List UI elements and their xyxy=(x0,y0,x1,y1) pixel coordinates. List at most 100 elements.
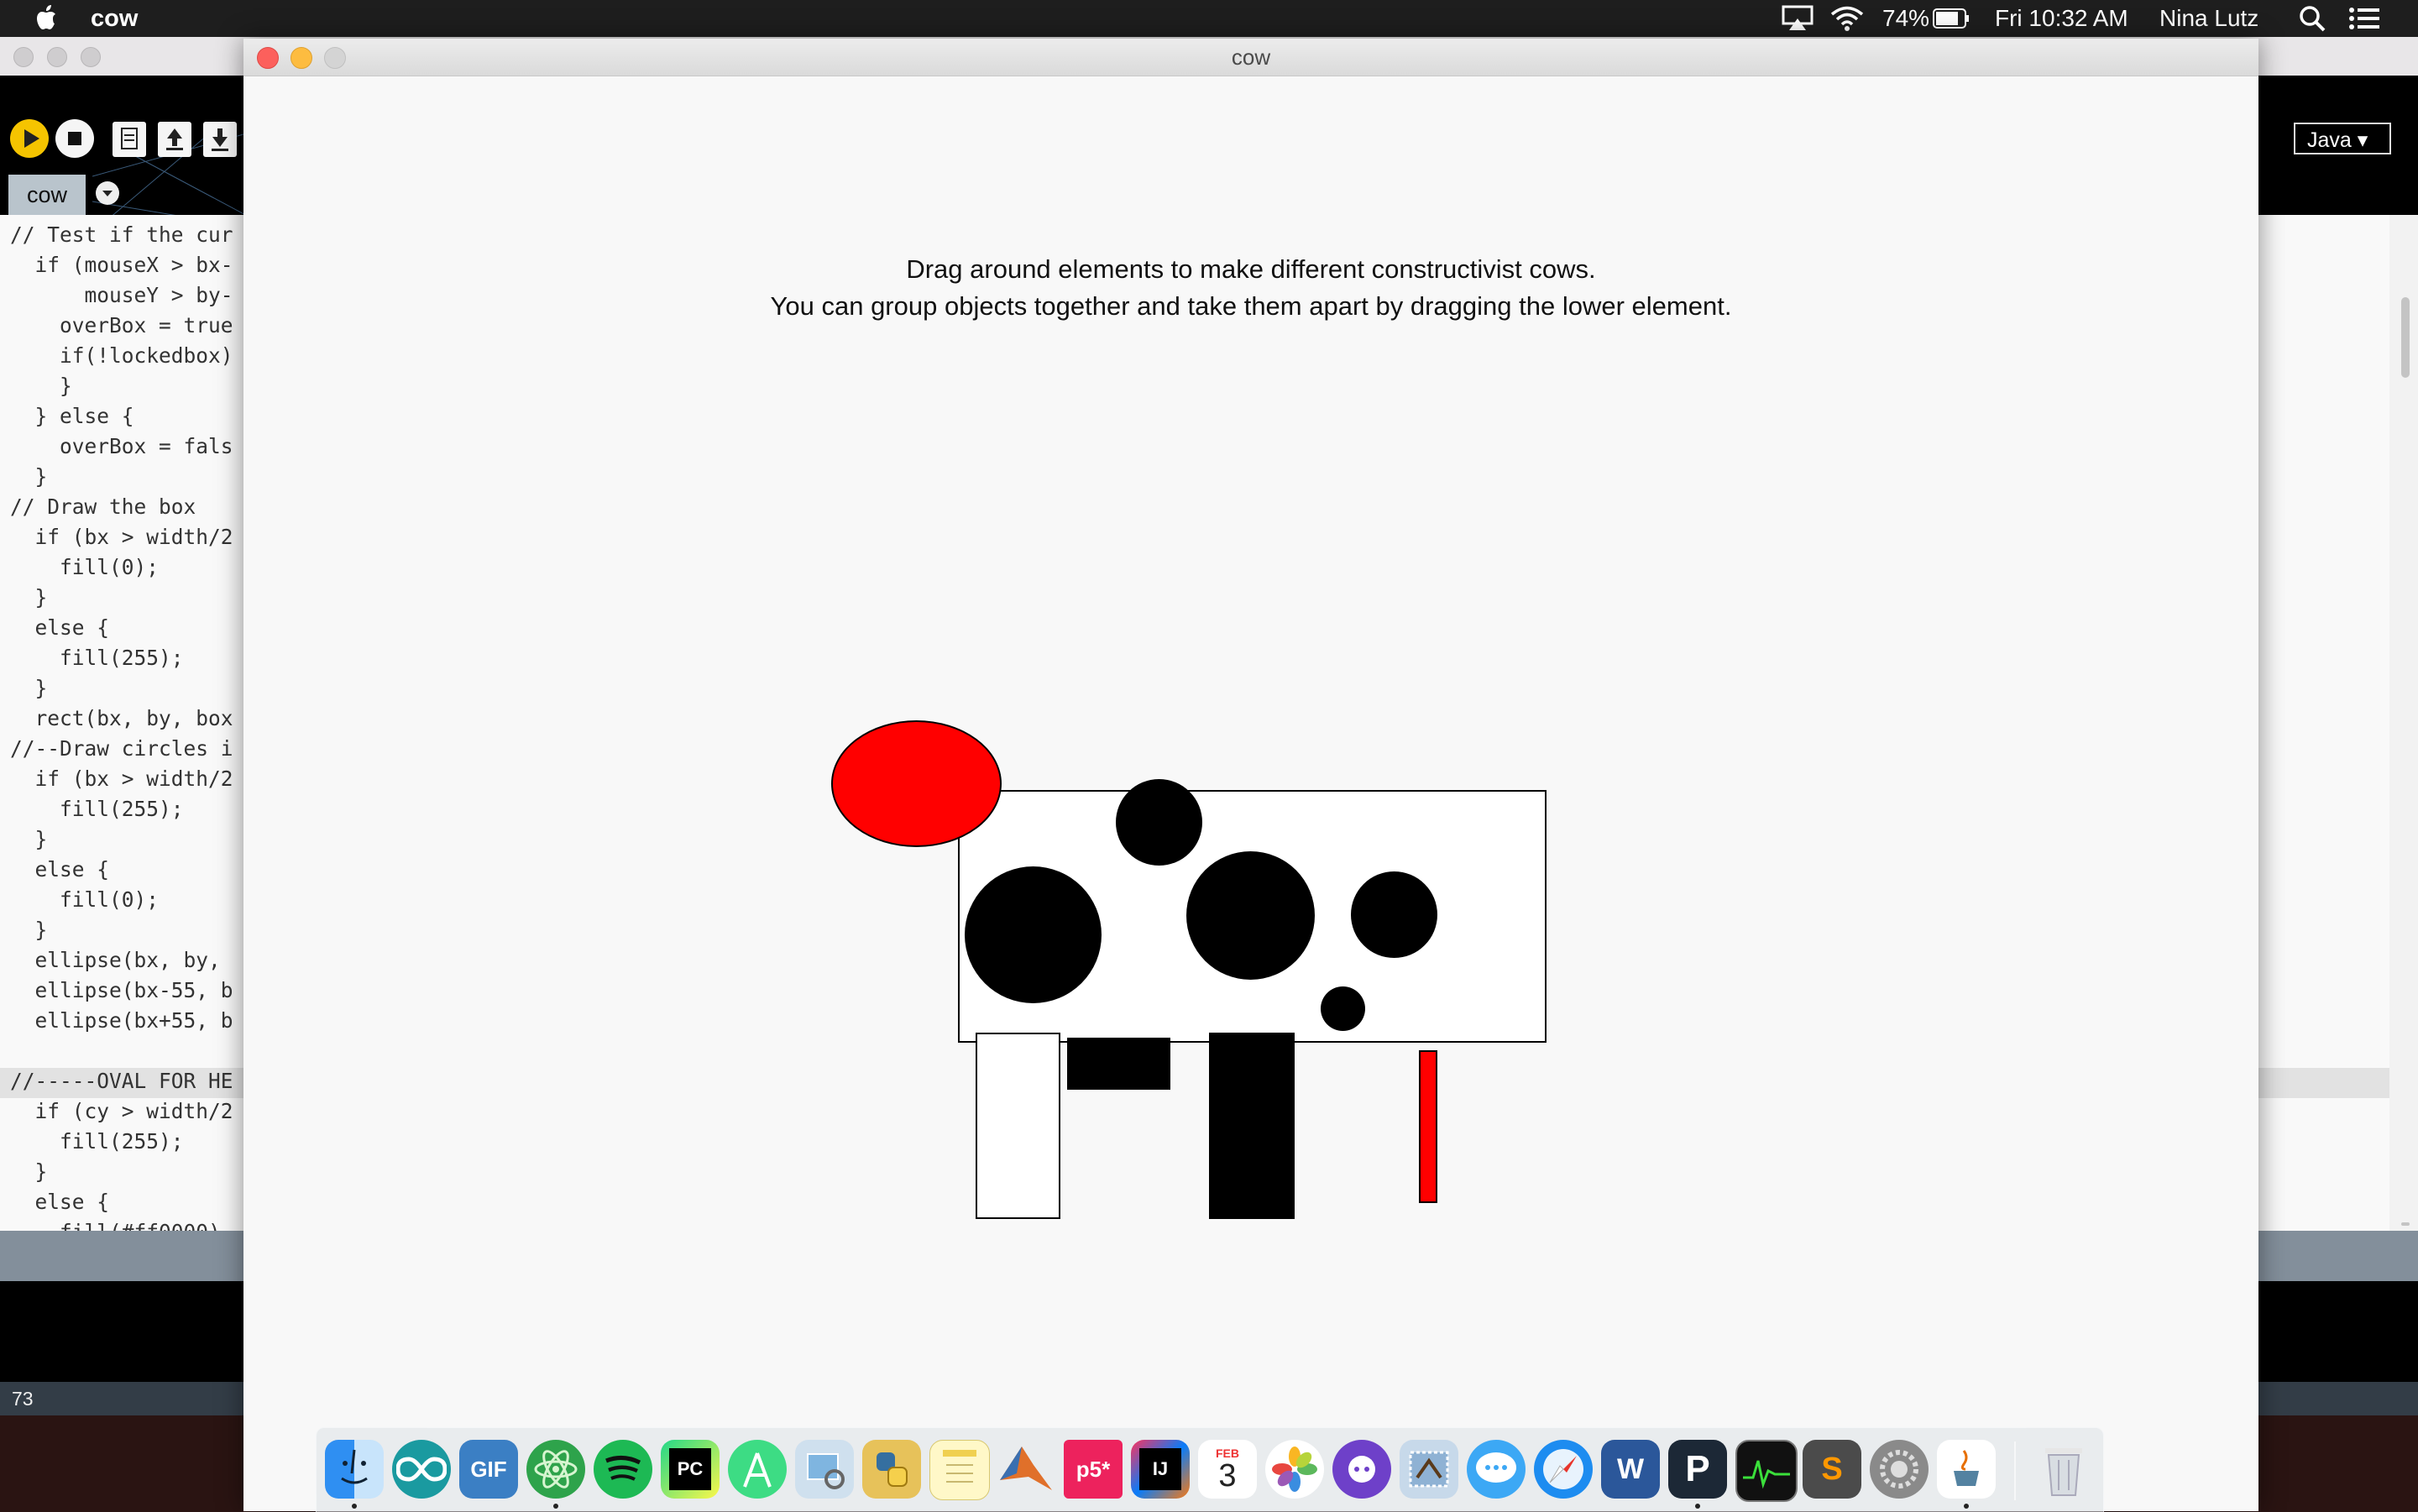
code-line[interactable]: mouseY > by- xyxy=(10,280,254,311)
activity-monitor-icon[interactable] xyxy=(1735,1440,1798,1502)
microsoft-word-icon[interactable]: W xyxy=(1601,1440,1660,1499)
cow-udder-block[interactable] xyxy=(1067,1038,1170,1090)
zoom-button[interactable] xyxy=(324,47,346,69)
gif-brewery-icon[interactable]: GIF xyxy=(459,1440,518,1499)
code-line[interactable]: // Draw the box xyxy=(10,492,254,522)
system-preferences-icon[interactable] xyxy=(1870,1440,1929,1499)
new-sketch-button[interactable] xyxy=(113,122,146,157)
calendar-icon[interactable]: FEB 3 xyxy=(1198,1440,1257,1499)
finder-icon[interactable] xyxy=(325,1440,384,1499)
sketch-title-bar[interactable]: cow xyxy=(243,39,2258,76)
code-line[interactable]: if (bx > width/2 xyxy=(10,764,254,794)
airplay-icon[interactable] xyxy=(1782,5,1814,32)
code-line[interactable]: else { xyxy=(10,1187,254,1217)
android-studio-icon[interactable] xyxy=(728,1440,787,1499)
editor-scrollbar[interactable] xyxy=(2389,215,2418,1231)
battery-percent[interactable]: 74% xyxy=(1882,5,1929,32)
p5-icon[interactable]: p5* xyxy=(1064,1440,1123,1499)
atom-icon[interactable] xyxy=(526,1440,585,1499)
code-line[interactable]: //-----OVAL FOR HE xyxy=(10,1066,254,1096)
code-line[interactable]: } xyxy=(10,673,254,704)
sublime-text-icon[interactable]: S xyxy=(1803,1440,1861,1499)
cow-spot[interactable] xyxy=(1321,986,1365,1031)
messages-icon[interactable] xyxy=(1467,1440,1526,1499)
code-line[interactable]: //--Draw circles i xyxy=(10,734,254,764)
code-line[interactable]: else { xyxy=(10,855,254,885)
github-desktop-icon[interactable] xyxy=(1332,1440,1391,1499)
pycharm-icon[interactable]: PC xyxy=(661,1440,720,1499)
code-line[interactable]: } else { xyxy=(10,401,254,432)
cow-leg-white[interactable] xyxy=(976,1033,1060,1219)
code-line[interactable] xyxy=(10,1036,254,1066)
save-sketch-button[interactable] xyxy=(203,122,237,157)
editor-scroll-thumb[interactable] xyxy=(2401,297,2410,378)
code-line[interactable]: rect(bx, by, box xyxy=(10,704,254,734)
safari-icon[interactable] xyxy=(1534,1440,1593,1499)
cow-spot[interactable] xyxy=(965,866,1102,1003)
code-line[interactable]: if (bx > width/2 xyxy=(10,522,254,552)
code-line[interactable]: else { xyxy=(10,613,254,643)
wifi-icon[interactable] xyxy=(1830,5,1864,32)
run-button[interactable] xyxy=(10,119,49,158)
minimize-button[interactable] xyxy=(290,47,312,69)
open-sketch-button[interactable] xyxy=(158,122,191,157)
ide-close-button[interactable] xyxy=(13,47,34,67)
ide-minimize-button[interactable] xyxy=(47,47,67,67)
cow-leg-black[interactable] xyxy=(1209,1033,1295,1219)
java-icon[interactable] xyxy=(1937,1440,1996,1499)
code-line[interactable]: ellipse(bx+55, b xyxy=(10,1006,254,1036)
octocat-icon xyxy=(1348,1456,1375,1483)
ide-zoom-button[interactable] xyxy=(81,47,101,67)
code-line[interactable]: // Test if the cur xyxy=(10,220,254,250)
apple-icon[interactable] xyxy=(34,3,62,32)
mode-selector[interactable]: Java ▾ xyxy=(2294,123,2391,154)
code-line[interactable]: } xyxy=(10,824,254,855)
code-line[interactable]: } xyxy=(10,462,254,492)
menubar-clock[interactable]: Fri 10:32 AM xyxy=(1995,5,2128,32)
cow-spot[interactable] xyxy=(1186,851,1315,980)
code-line[interactable]: fill(255); xyxy=(10,643,254,673)
code-line[interactable]: fill(0); xyxy=(10,885,254,915)
code-line[interactable]: } xyxy=(10,583,254,613)
preview-icon[interactable] xyxy=(795,1440,854,1499)
close-button[interactable] xyxy=(257,47,279,69)
cow-head-oval[interactable] xyxy=(831,720,1002,847)
code-line[interactable]: } xyxy=(10,371,254,401)
intellij-icon[interactable]: IJ xyxy=(1131,1440,1190,1499)
code-line[interactable]: ellipse(bx, by, xyxy=(10,945,254,976)
code-line[interactable]: fill(255); xyxy=(10,794,254,824)
spotify-icon[interactable] xyxy=(594,1440,652,1499)
sketch-canvas[interactable]: Drag around elements to make different c… xyxy=(243,76,2258,1511)
battery-icon[interactable] xyxy=(1933,8,1970,29)
app-menu-name[interactable]: cow xyxy=(91,5,138,33)
trash-can-icon xyxy=(2045,1448,2082,1496)
arduino-icon[interactable] xyxy=(392,1440,451,1499)
code-line[interactable]: } xyxy=(10,1157,254,1187)
code-line[interactable]: if(!lockedbox) xyxy=(10,341,254,371)
code-line[interactable]: overBox = fals xyxy=(10,432,254,462)
code-line[interactable]: } xyxy=(10,915,254,945)
code-line[interactable]: if (mouseX > bx- xyxy=(10,250,254,280)
code-text[interactable]: // Test if the cur if (mouseX > bx- mous… xyxy=(10,220,254,1248)
trash-icon[interactable] xyxy=(2034,1440,2093,1499)
cow-tail[interactable] xyxy=(1419,1050,1437,1203)
code-line[interactable]: fill(255); xyxy=(10,1127,254,1157)
python-launcher-icon[interactable] xyxy=(862,1440,921,1499)
stop-button[interactable] xyxy=(55,119,94,158)
mail-icon[interactable] xyxy=(1400,1440,1458,1499)
menubar-user[interactable]: Nina Lutz xyxy=(2159,5,2258,32)
code-line[interactable]: fill(0); xyxy=(10,552,254,583)
code-line[interactable]: ellipse(bx-55, b xyxy=(10,976,254,1006)
notification-center-icon[interactable] xyxy=(2349,7,2379,30)
cow-spot[interactable] xyxy=(1116,779,1202,866)
matlab-icon[interactable] xyxy=(997,1440,1055,1499)
cow-spot[interactable] xyxy=(1351,871,1437,958)
tab-menu-button[interactable] xyxy=(96,181,119,205)
code-line[interactable]: if (cy > width/2 xyxy=(10,1096,254,1127)
code-line[interactable]: overBox = true xyxy=(10,311,254,341)
processing-icon[interactable]: P xyxy=(1668,1440,1727,1499)
notes-icon[interactable] xyxy=(929,1440,990,1500)
tab-cow[interactable]: cow xyxy=(8,175,86,215)
photos-icon[interactable] xyxy=(1265,1440,1324,1499)
spotlight-search-icon[interactable] xyxy=(2299,5,2326,32)
